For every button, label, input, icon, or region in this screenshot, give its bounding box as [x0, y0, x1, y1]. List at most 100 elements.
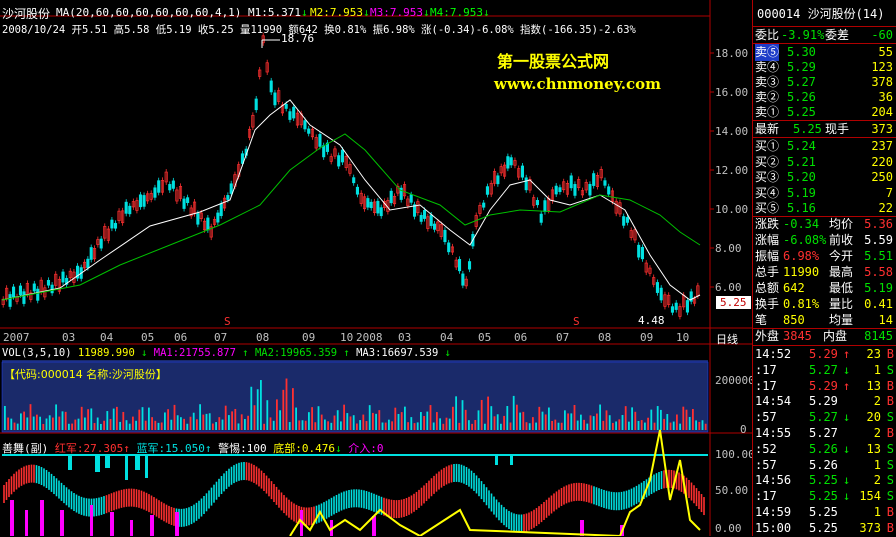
candle: [543, 200, 547, 213]
stats-row: 换手 0.81% 量比 0.41: [755, 297, 893, 311]
volume-bar: [10, 418, 13, 430]
volume-bar: [160, 422, 163, 430]
volume-bar: [554, 419, 557, 430]
y-tick: 18.00: [715, 47, 749, 60]
indicator-spike: [105, 455, 110, 468]
candle: [128, 205, 132, 215]
period-label[interactable]: 日线: [716, 331, 738, 347]
volume-bar: [157, 422, 160, 430]
volume-bar: [400, 412, 403, 430]
volume-bar: [644, 422, 646, 430]
entry-bar: [60, 510, 64, 536]
stats-row: 振幅 6.98% 今开 5.51: [755, 249, 893, 263]
high-price-label: 18.76: [281, 32, 315, 45]
x-axis-label: 03: [398, 331, 412, 344]
entry-bar: [130, 520, 133, 536]
volume-bar: [228, 415, 230, 430]
volume-bar: [672, 421, 675, 430]
volume-bar: [602, 420, 605, 430]
volume-bar: [519, 412, 521, 430]
volume-bar: [141, 407, 144, 430]
volume-bar: [240, 414, 243, 430]
volume-bar: [509, 422, 512, 430]
entry-bar: [40, 500, 44, 536]
candle: [535, 200, 540, 206]
volume-bar: [580, 414, 582, 430]
volume-bar: [314, 422, 317, 430]
indicator-spike: [125, 455, 128, 480]
x-axis-label: 10: [340, 331, 354, 344]
volume-bar: [71, 423, 73, 430]
candle: [509, 157, 513, 166]
volume-bar: [484, 423, 486, 430]
volume-label: VOL(3,5,10) 11989.990 ↓ MA1:21755.877 ↑ …: [2, 347, 451, 359]
volume-bar: [464, 409, 467, 430]
candle: [99, 238, 103, 249]
volume-bar: [631, 407, 633, 430]
candle: [322, 145, 326, 158]
volume-bar: [461, 400, 464, 430]
candle: [12, 286, 16, 298]
volume-bar: [676, 414, 678, 430]
volume-bar: [324, 419, 326, 430]
volume-bar: [64, 411, 67, 430]
volume-bar: [356, 423, 358, 430]
x-axis-label: 04: [100, 331, 114, 344]
volume-bar: [42, 423, 45, 430]
quote-sidebar: 000014 沙河股份(14) 委比 -3.91% 委差 -60 卖⑤ 5.30 5…: [752, 0, 896, 536]
volume-bar: [621, 414, 624, 430]
volume-bar: [439, 418, 441, 430]
volume-bar: [7, 417, 9, 430]
volume-bar: [423, 416, 425, 430]
volume-bar: [295, 407, 297, 430]
bid-row: 买⑤ 5.16 22: [755, 201, 893, 215]
volume-bar: [413, 423, 416, 430]
volume-bar: [615, 421, 617, 430]
candle: [592, 173, 596, 186]
volume-bar: [618, 419, 621, 430]
candle: [607, 186, 611, 195]
stats-row: 总手 11990 最高 5.58: [755, 265, 893, 279]
candle: [432, 223, 437, 230]
volume-bar: [528, 423, 531, 430]
x-axis-label: 2007: [3, 331, 30, 344]
volume-bar: [221, 419, 224, 430]
candle: [674, 302, 678, 310]
candle: [640, 246, 645, 260]
volume-bar: [522, 411, 525, 430]
stats-row: 笔 850 均量 14: [755, 313, 893, 327]
volume-bar: [349, 416, 352, 430]
volume-bar: [480, 399, 483, 430]
entry-bar: [110, 512, 114, 536]
candle: [340, 149, 345, 163]
candle: [685, 300, 690, 313]
x-axis-label: 10: [676, 331, 690, 344]
volume-bar: [308, 412, 310, 430]
candle: [182, 198, 186, 209]
volume-bar: [135, 420, 137, 430]
volume-bar: [186, 423, 189, 430]
volume-bar: [628, 421, 630, 430]
volume-bar: [445, 417, 448, 430]
candle: [196, 213, 200, 225]
volume-bar: [605, 410, 608, 430]
volume-bar: [256, 389, 259, 430]
stock-name: 沙河股份: [2, 7, 51, 21]
volume-bar: [330, 422, 333, 430]
tick-row: 14:52 5.29 ↑ 23 B: [755, 347, 894, 361]
volume-bar: [148, 407, 150, 430]
indicator-spike: [95, 455, 100, 472]
volume-bar: [493, 416, 496, 430]
candle: [89, 247, 93, 260]
tick-row: 14:54 5.29 2 B: [755, 394, 894, 409]
volume-bar: [189, 416, 192, 430]
candle: [520, 165, 525, 178]
volume-bar: [48, 415, 51, 430]
volume-bar: [496, 414, 499, 430]
volume-bar: [567, 413, 569, 430]
volume-bar: [701, 420, 704, 430]
volume-bar: [548, 407, 550, 430]
volume-bar: [192, 412, 195, 430]
volume-bar: [244, 418, 246, 430]
volume-bar: [432, 422, 435, 430]
